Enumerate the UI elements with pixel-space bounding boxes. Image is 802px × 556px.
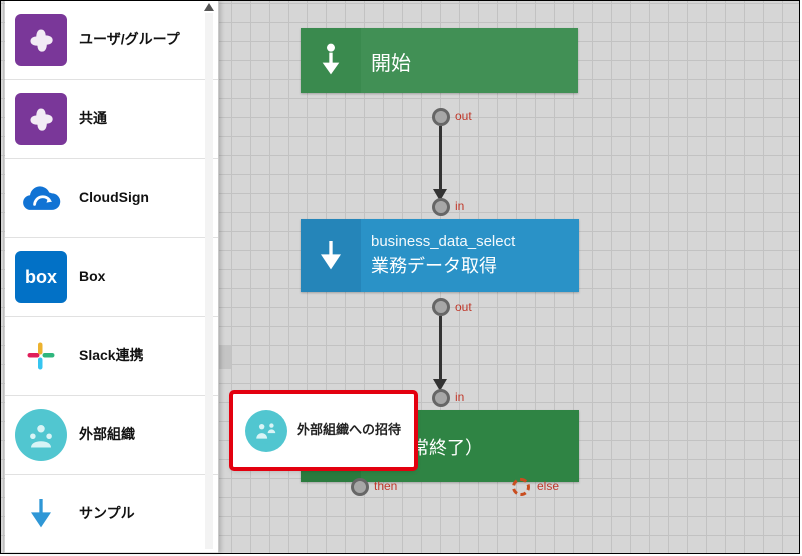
- slack-icon: [15, 330, 67, 382]
- node-start[interactable]: 開始: [301, 28, 578, 93]
- sidebar-item-label: 共通: [79, 110, 107, 128]
- port-end-then[interactable]: [351, 478, 369, 496]
- extorg-icon: [15, 409, 67, 461]
- drop-card-external-invite[interactable]: 外部組織への招待: [232, 393, 415, 468]
- sidebar-item-label: ユーザ/グループ: [79, 31, 180, 49]
- port-label-biz-in: in: [455, 199, 464, 213]
- acrobat-icon: [15, 93, 67, 145]
- sidebar-item-label: Box: [79, 268, 105, 286]
- port-label-start-out: out: [455, 109, 472, 123]
- sidebar-shadow-hint: [219, 345, 231, 369]
- drop-card-label: 外部組織への招待: [297, 422, 401, 438]
- sidebar-item-slack[interactable]: Slack連携: [5, 317, 218, 396]
- sidebar-item-label: Slack連携: [79, 347, 144, 365]
- port-end-else[interactable]: [512, 478, 530, 496]
- node-start-icon: [301, 28, 361, 93]
- edge-start-to-biz: [439, 126, 442, 191]
- sidebar: ユーザ/グループ 共通 CloudSig: [5, 1, 219, 553]
- port-label-biz-out: out: [455, 300, 472, 314]
- sidebar-item-label: CloudSign: [79, 189, 149, 207]
- sidebar-item-box[interactable]: box Box: [5, 238, 218, 317]
- port-label-end-else: else: [537, 479, 559, 493]
- node-start-title: 開始: [371, 47, 411, 76]
- port-biz-in[interactable]: [432, 198, 450, 216]
- sidebar-item-extorg[interactable]: 外部組織: [5, 396, 218, 475]
- sidebar-item-label: サンプル: [79, 505, 135, 523]
- box-icon-text: box: [25, 267, 57, 288]
- node-business-data-select[interactable]: business_data_select 業務データ取得: [301, 219, 579, 292]
- port-start-out[interactable]: [432, 108, 450, 126]
- sidebar-item-label: 外部組織: [79, 426, 135, 444]
- acrobat-icon: [15, 14, 67, 66]
- sidebar-item-common[interactable]: 共通: [5, 80, 218, 159]
- edge-biz-to-end: [439, 316, 442, 381]
- port-label-end-then: then: [374, 479, 397, 493]
- sidebar-item-cloudsign[interactable]: CloudSign: [5, 159, 218, 238]
- sidebar-list: ユーザ/グループ 共通 CloudSig: [5, 1, 218, 553]
- node-biz-subtitle: business_data_select: [371, 233, 515, 250]
- node-biz-title: 業務データ取得: [371, 252, 515, 278]
- scroll-track[interactable]: [205, 13, 213, 549]
- sample-icon: [15, 488, 67, 540]
- node-biz-body: business_data_select 業務データ取得: [361, 219, 531, 292]
- node-biz-icon: [301, 219, 361, 292]
- extorg-icon: [245, 410, 287, 452]
- box-icon: box: [15, 251, 67, 303]
- scroll-up-icon[interactable]: [204, 3, 214, 11]
- cloudsign-icon: [15, 172, 67, 224]
- node-start-body: 開始: [361, 28, 427, 93]
- sidebar-scrollbar[interactable]: [202, 3, 216, 549]
- sidebar-item-users-groups[interactable]: ユーザ/グループ: [5, 1, 218, 80]
- port-label-end-in: in: [455, 390, 464, 404]
- port-end-in[interactable]: [432, 389, 450, 407]
- app-root: out in out in then else 開始 business_data…: [0, 0, 800, 554]
- sidebar-item-sample[interactable]: サンプル: [5, 475, 218, 553]
- port-biz-out[interactable]: [432, 298, 450, 316]
